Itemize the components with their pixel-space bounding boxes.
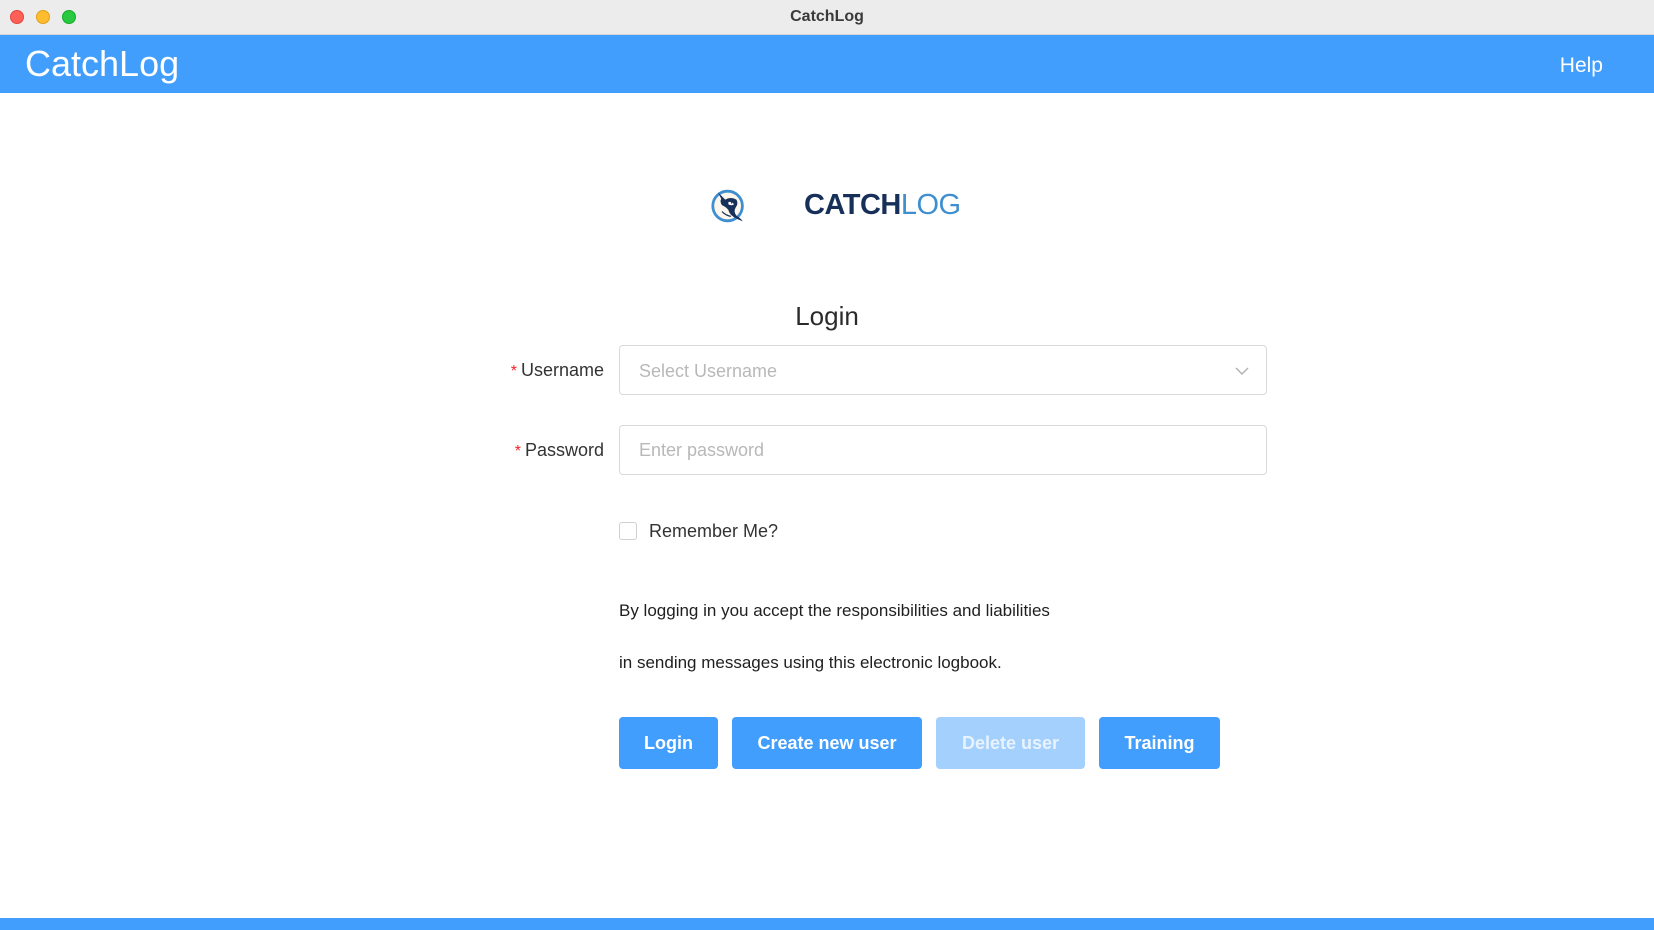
remember-me-label[interactable]: Remember Me? [649, 519, 778, 543]
username-select[interactable]: Select Username [619, 345, 1267, 395]
remember-me-checkbox[interactable] [619, 522, 637, 540]
username-label-text: Username [520, 360, 604, 380]
catchlog-logo [711, 189, 744, 223]
app-title: CatchLog [25, 43, 180, 84]
password-label: * Password [515, 438, 604, 464]
chevron-down-icon [1235, 367, 1249, 375]
help-link[interactable]: Help [1560, 53, 1603, 79]
app-header: CatchLog Help [0, 35, 1654, 93]
username-label: * Username [511, 358, 604, 384]
username-placeholder: Select Username [639, 361, 778, 381]
logo-wordmark-catch: CATCH [804, 189, 901, 221]
password-input[interactable] [620, 426, 1266, 474]
window-titlebar: CatchLog [0, 0, 1654, 35]
delete-user-button: Delete user [936, 717, 1085, 769]
required-marker: * [510, 363, 517, 380]
logo-wordmark-log: LOG [900, 189, 961, 221]
create-new-user-button[interactable]: Create new user [732, 717, 922, 769]
bottom-accent-bar [0, 918, 1654, 930]
terms-notice-line-2: in sending messages using this electroni… [619, 653, 1002, 672]
required-marker: * [514, 443, 521, 460]
password-field[interactable] [619, 425, 1267, 475]
password-label-text: Password [524, 440, 604, 460]
window-title: CatchLog [790, 8, 864, 25]
training-button[interactable]: Training [1099, 717, 1220, 769]
terms-notice-line-1: By logging in you accept the responsibil… [619, 601, 1050, 620]
login-button[interactable]: Login [619, 717, 718, 769]
logo-wordmark: CATCHLOG [804, 188, 961, 222]
app-window: CatchLog CatchLog Help CATCHLOG Login * U… [0, 0, 1654, 930]
login-heading: Login [795, 301, 859, 331]
